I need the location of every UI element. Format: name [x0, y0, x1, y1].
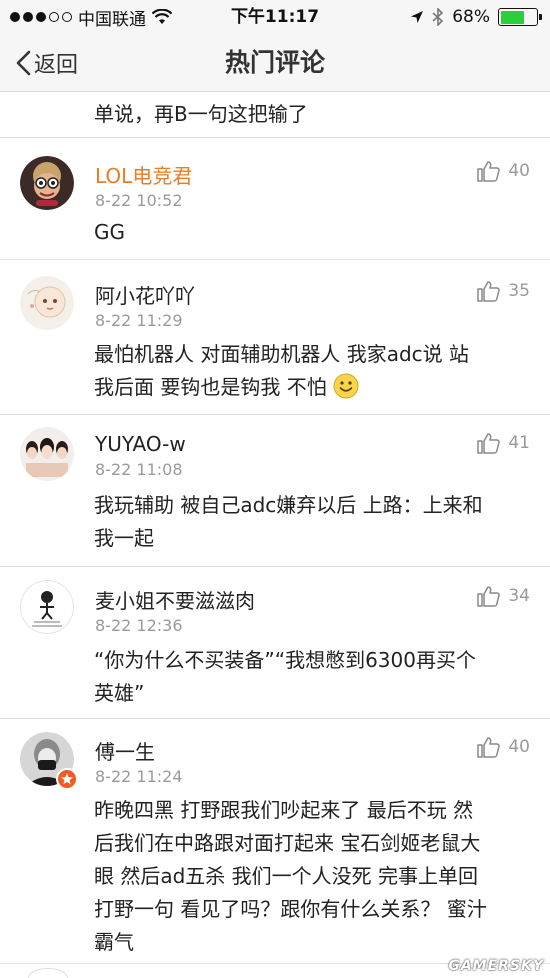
battery-level [500, 10, 525, 24]
comment-text: “你为什么不买装备”“我想憋到6300再买个 英雄” [94, 644, 534, 710]
comment-text: 我玩辅助 被自己adc嫌弃以后 上路：上来和 我一起 [94, 489, 534, 555]
thumbs-up-icon [477, 161, 501, 182]
comment-item[interactable]: 傅一生 8-22 11:24 40 昨晚四黑 打野跟我们吵起来了 最后不玩 然 … [0, 719, 550, 964]
comment-line: “你为什么不买装备”“我想憋到6300再买个 [94, 648, 476, 672]
comment-time: 8-22 11:24 [95, 767, 183, 786]
thumbs-up-icon [477, 737, 501, 758]
nav-bar: 返回 热门评论 [0, 34, 550, 92]
comment-text: 单说，再B一句这把输了 [94, 102, 308, 126]
comment-text: 最怕机器人 对面辅助机器人 我家adc说 站 我后面 要钩也是钩我 不怕 [94, 338, 534, 404]
username[interactable]: 麦小姐不要滋滋肉 [95, 585, 255, 614]
like-count: 41 [508, 433, 530, 453]
username[interactable]: 阿小花吖吖 [95, 280, 195, 309]
comment-line: 英雄” [94, 681, 145, 705]
comment-time: 8-22 12:36 [95, 616, 183, 635]
thumbs-up-icon [477, 586, 501, 607]
comment-item[interactable]: YUYAO-w 8-22 11:08 41 我玩辅助 被自己adc嫌弃以后 上路… [0, 415, 550, 567]
bluetooth-icon [432, 8, 444, 26]
watermark: GAMERSKY [448, 958, 544, 974]
comment-line: 我一起 [94, 526, 154, 550]
comment-item[interactable]: LOL电竞君 8-22 10:52 40 GG [0, 138, 550, 260]
username[interactable]: LOL电竞君 [95, 160, 192, 189]
status-bar-right: 68% [410, 0, 542, 34]
comment-item-partial[interactable]: 单说，再B一句这把输了 [0, 92, 550, 138]
like-button[interactable]: 40 [476, 160, 530, 182]
location-arrow-icon [411, 11, 424, 23]
thumbs-up-icon [477, 433, 501, 454]
comment-line-text: 我后面 要钩也是钩我 不怕 [94, 375, 327, 399]
username[interactable]: YUYAO-w [95, 432, 186, 456]
comment-line: 眼 然后ad五杀 我们一个人没死 完事上单回 [94, 864, 479, 888]
thumbs-up-icon [477, 281, 501, 302]
comment-time: 8-22 11:29 [95, 311, 183, 330]
comment-line: 我后面 要钩也是钩我 不怕 [94, 371, 534, 404]
comment-text: 昨晚四黑 打野跟我们吵起来了 最后不玩 然 后我们在中路跟对面打起来 宝石剑姬老… [94, 794, 534, 959]
username[interactable]: 傅一生 [95, 736, 155, 765]
avatar[interactable] [20, 427, 74, 481]
avatar[interactable] [20, 156, 74, 210]
avatar[interactable] [20, 580, 74, 634]
comment-line: 后我们在中路跟对面打起来 宝石剑姬老鼠大 [94, 831, 481, 855]
like-button[interactable]: 41 [476, 432, 530, 454]
page-title: 热门评论 [224, 48, 325, 77]
comment-text: GG [94, 216, 534, 249]
comment-item[interactable]: 麦小姐不要滋滋肉 8-22 12:36 34 “你为什么不买装备”“我想憋到63… [0, 567, 550, 719]
like-button[interactable]: 35 [476, 280, 530, 302]
verified-badge-icon [56, 768, 78, 790]
comment-line: 打野一句 看见了吗？跟你有什么关系？ 蜜汁 [94, 897, 487, 921]
status-bar: 中国联通 下午11:17 68% [0, 0, 550, 34]
avatar[interactable] [28, 968, 68, 978]
like-count: 35 [508, 281, 530, 301]
battery-icon [498, 8, 542, 26]
like-count: 34 [508, 586, 530, 606]
comment-time: 8-22 10:52 [95, 191, 183, 210]
battery-percent: 68% [452, 7, 490, 27]
like-count: 40 [508, 737, 530, 757]
comment-line: 昨晚四黑 打野跟我们吵起来了 最后不玩 然 [94, 798, 474, 822]
comment-time: 8-22 11:08 [95, 460, 183, 479]
smile-emoji-icon [333, 373, 359, 399]
like-button[interactable]: 40 [476, 736, 530, 758]
avatar[interactable] [20, 276, 74, 330]
comment-line: 霸气 [94, 930, 134, 954]
comment-line: GG [94, 220, 125, 244]
comment-item[interactable]: 阿小花吖吖 8-22 11:29 35 最怕机器人 对面辅助机器人 我家adc说… [0, 260, 550, 415]
comment-line: 最怕机器人 对面辅助机器人 我家adc说 站 [94, 342, 470, 366]
comment-line: 我玩辅助 被自己adc嫌弃以后 上路：上来和 [94, 493, 483, 517]
like-button[interactable]: 34 [476, 585, 530, 607]
like-count: 40 [508, 161, 530, 181]
